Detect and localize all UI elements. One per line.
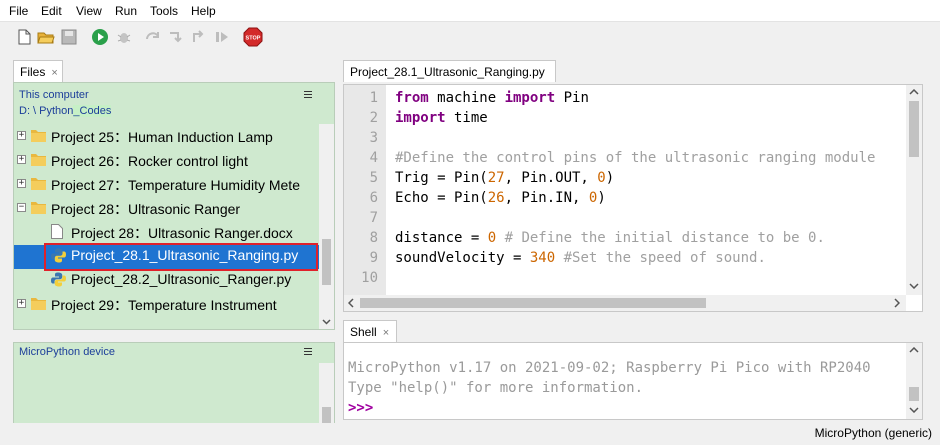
menu-tools[interactable]: Tools [150, 4, 178, 18]
tree-item-ranging-py[interactable]: Project_28.1_Ultrasonic_Ranging.py [14, 244, 320, 268]
tree-item-label: Project 28：Ultrasonic Ranger.docx [71, 225, 293, 241]
document-icon [51, 224, 63, 239]
tree-item-project-25[interactable]: + Project 25：Human Induction Lamp [14, 124, 320, 148]
step-out-icon[interactable] [190, 28, 208, 46]
path-prefix: D: \ Python [19, 105, 74, 117]
menu-help[interactable]: Help [191, 4, 216, 18]
tab-files[interactable]: Files × [13, 60, 63, 82]
close-icon[interactable]: × [383, 327, 389, 339]
new-file-icon[interactable] [15, 28, 33, 46]
expand-icon[interactable]: + [17, 131, 26, 140]
expand-icon[interactable]: + [17, 155, 26, 164]
tree-item-project-27[interactable]: + Project 27：Temperature Humidity Mete [14, 172, 320, 196]
shell-scrollbar-thumb[interactable] [909, 387, 919, 401]
editor-tab-label: Project_28.1_Ultrasonic_Ranging.py [350, 65, 545, 79]
current-path[interactable]: D: \ Python_Codes [19, 105, 112, 117]
tree-item-label: Project 29：Temperature Instrument [51, 297, 277, 313]
tab-editor-file[interactable]: Project_28.1_Ultrasonic_Ranging.py [343, 60, 556, 82]
folder-icon [31, 202, 46, 214]
expand-icon[interactable]: + [17, 299, 26, 308]
folder-icon [31, 130, 46, 142]
location-label: This computer [19, 89, 89, 101]
code-line-1: from machine import Pin [395, 90, 589, 106]
editor-vscroll-thumb[interactable] [909, 101, 919, 157]
editor-vertical-scrollbar[interactable] [906, 85, 922, 295]
files-location-header: This computer D: \ Python_Codes [14, 83, 334, 123]
chevron-left-icon[interactable] [348, 298, 354, 308]
tree-item-label: Project_28.1_Ultrasonic_Ranging.py [71, 247, 299, 263]
shell-line: MicroPython v1.17 on 2021-09-02; Raspber… [348, 360, 871, 376]
python-file-icon [51, 272, 66, 287]
code-editor[interactable]: 1 2 3 4 5 6 7 8 9 10 from machine import… [343, 84, 923, 312]
folder-icon [31, 154, 46, 166]
toolbar: STOP [0, 23, 940, 53]
shell-scrollbar[interactable] [906, 343, 922, 419]
menu-edit[interactable]: Edit [41, 4, 62, 18]
tree-item-project-29[interactable]: + Project 29：Temperature Instrument [14, 292, 320, 316]
tree-item-label: Project 26：Rocker control light [51, 153, 248, 169]
chevron-down-icon[interactable] [909, 283, 919, 289]
menu-view[interactable]: View [76, 4, 102, 18]
tab-shell[interactable]: Shell × [343, 320, 397, 342]
menu-run[interactable]: Run [115, 4, 137, 18]
step-over-icon[interactable] [144, 28, 162, 46]
files-panel: This computer D: \ Python_Codes + Projec… [13, 82, 335, 330]
step-into-icon[interactable] [167, 28, 185, 46]
tree-item-ranger-py[interactable]: Project_28.2_Ultrasonic_Ranger.py [14, 268, 320, 292]
code-line-9: soundVelocity = 340 #Set the speed of so… [395, 250, 766, 266]
shell-output: MicroPython v1.17 on 2021-09-02; Raspber… [344, 343, 905, 419]
editor-hscroll-thumb[interactable] [360, 298, 706, 308]
code-line-5: Trig = Pin(27, Pin.OUT, 0) [395, 170, 615, 186]
status-bar: MicroPython (generic) [0, 423, 940, 445]
tree-item-docx[interactable]: Project 28：Ultrasonic Ranger.docx [14, 220, 320, 244]
folder-icon [31, 298, 46, 310]
path-highlight: _Codes [73, 105, 112, 117]
python-file-icon [51, 248, 66, 263]
folder-icon [31, 178, 46, 190]
chevron-up-icon[interactable] [909, 89, 919, 95]
run-icon[interactable] [91, 28, 109, 46]
micropython-device-title: MicroPython device [19, 346, 115, 358]
files-scrollbar[interactable] [319, 124, 334, 329]
save-icon[interactable] [60, 28, 78, 46]
chevron-up-icon[interactable] [909, 347, 919, 353]
chevron-down-icon[interactable] [909, 407, 919, 413]
collapse-icon[interactable]: − [17, 203, 26, 212]
tab-files-label: Files [20, 65, 46, 79]
files-menu-icon[interactable] [304, 91, 312, 98]
resume-icon[interactable] [213, 28, 231, 46]
expand-icon[interactable]: + [17, 179, 26, 188]
shell-prompt-line[interactable]: >>> [348, 400, 373, 416]
menu-bar: File Edit View Run Tools Help [0, 0, 940, 22]
tree-item-project-28[interactable]: − Project 28：Ultrasonic Ranger [14, 196, 320, 220]
interpreter-status[interactable]: MicroPython (generic) [815, 426, 932, 440]
menu-file[interactable]: File [9, 4, 28, 18]
code-line-6: Echo = Pin(26, Pin.IN, 0) [395, 190, 606, 206]
tree-item-label: Project 27：Temperature Humidity Mete [51, 177, 300, 193]
tree-item-label: Project 28：Ultrasonic Ranger [51, 201, 241, 217]
files-scrollbar-thumb[interactable] [322, 239, 331, 285]
tree-item-label: Project_28.2_Ultrasonic_Ranger.py [71, 271, 292, 287]
shell-prompt: >>> [348, 400, 374, 416]
shell-console[interactable]: MicroPython v1.17 on 2021-09-02; Raspber… [343, 342, 923, 420]
code-area[interactable]: from machine import Pin import time #Def… [344, 85, 904, 295]
tree-item-project-26[interactable]: + Project 26：Rocker control light [14, 148, 320, 172]
shell-line: Type "help()" for more information. [348, 380, 644, 396]
open-folder-icon[interactable] [37, 28, 55, 46]
shell-tab-label: Shell [350, 325, 377, 339]
device-menu-icon[interactable] [304, 348, 312, 355]
chevron-right-icon[interactable] [894, 298, 900, 308]
close-icon[interactable]: × [51, 67, 57, 79]
editor-horizontal-scrollbar[interactable] [344, 295, 906, 311]
code-line-4: #Define the control pins of the ultrason… [395, 150, 876, 166]
stop-icon[interactable]: STOP [243, 27, 263, 47]
code-line-8: distance = 0 # Define the initial distan… [395, 230, 825, 246]
tree-item-label: Project 25：Human Induction Lamp [51, 129, 273, 145]
stop-icon-label: STOP [246, 36, 261, 42]
debug-icon[interactable] [115, 28, 133, 46]
code-line-2: import time [395, 110, 488, 126]
chevron-down-icon[interactable] [322, 319, 331, 325]
